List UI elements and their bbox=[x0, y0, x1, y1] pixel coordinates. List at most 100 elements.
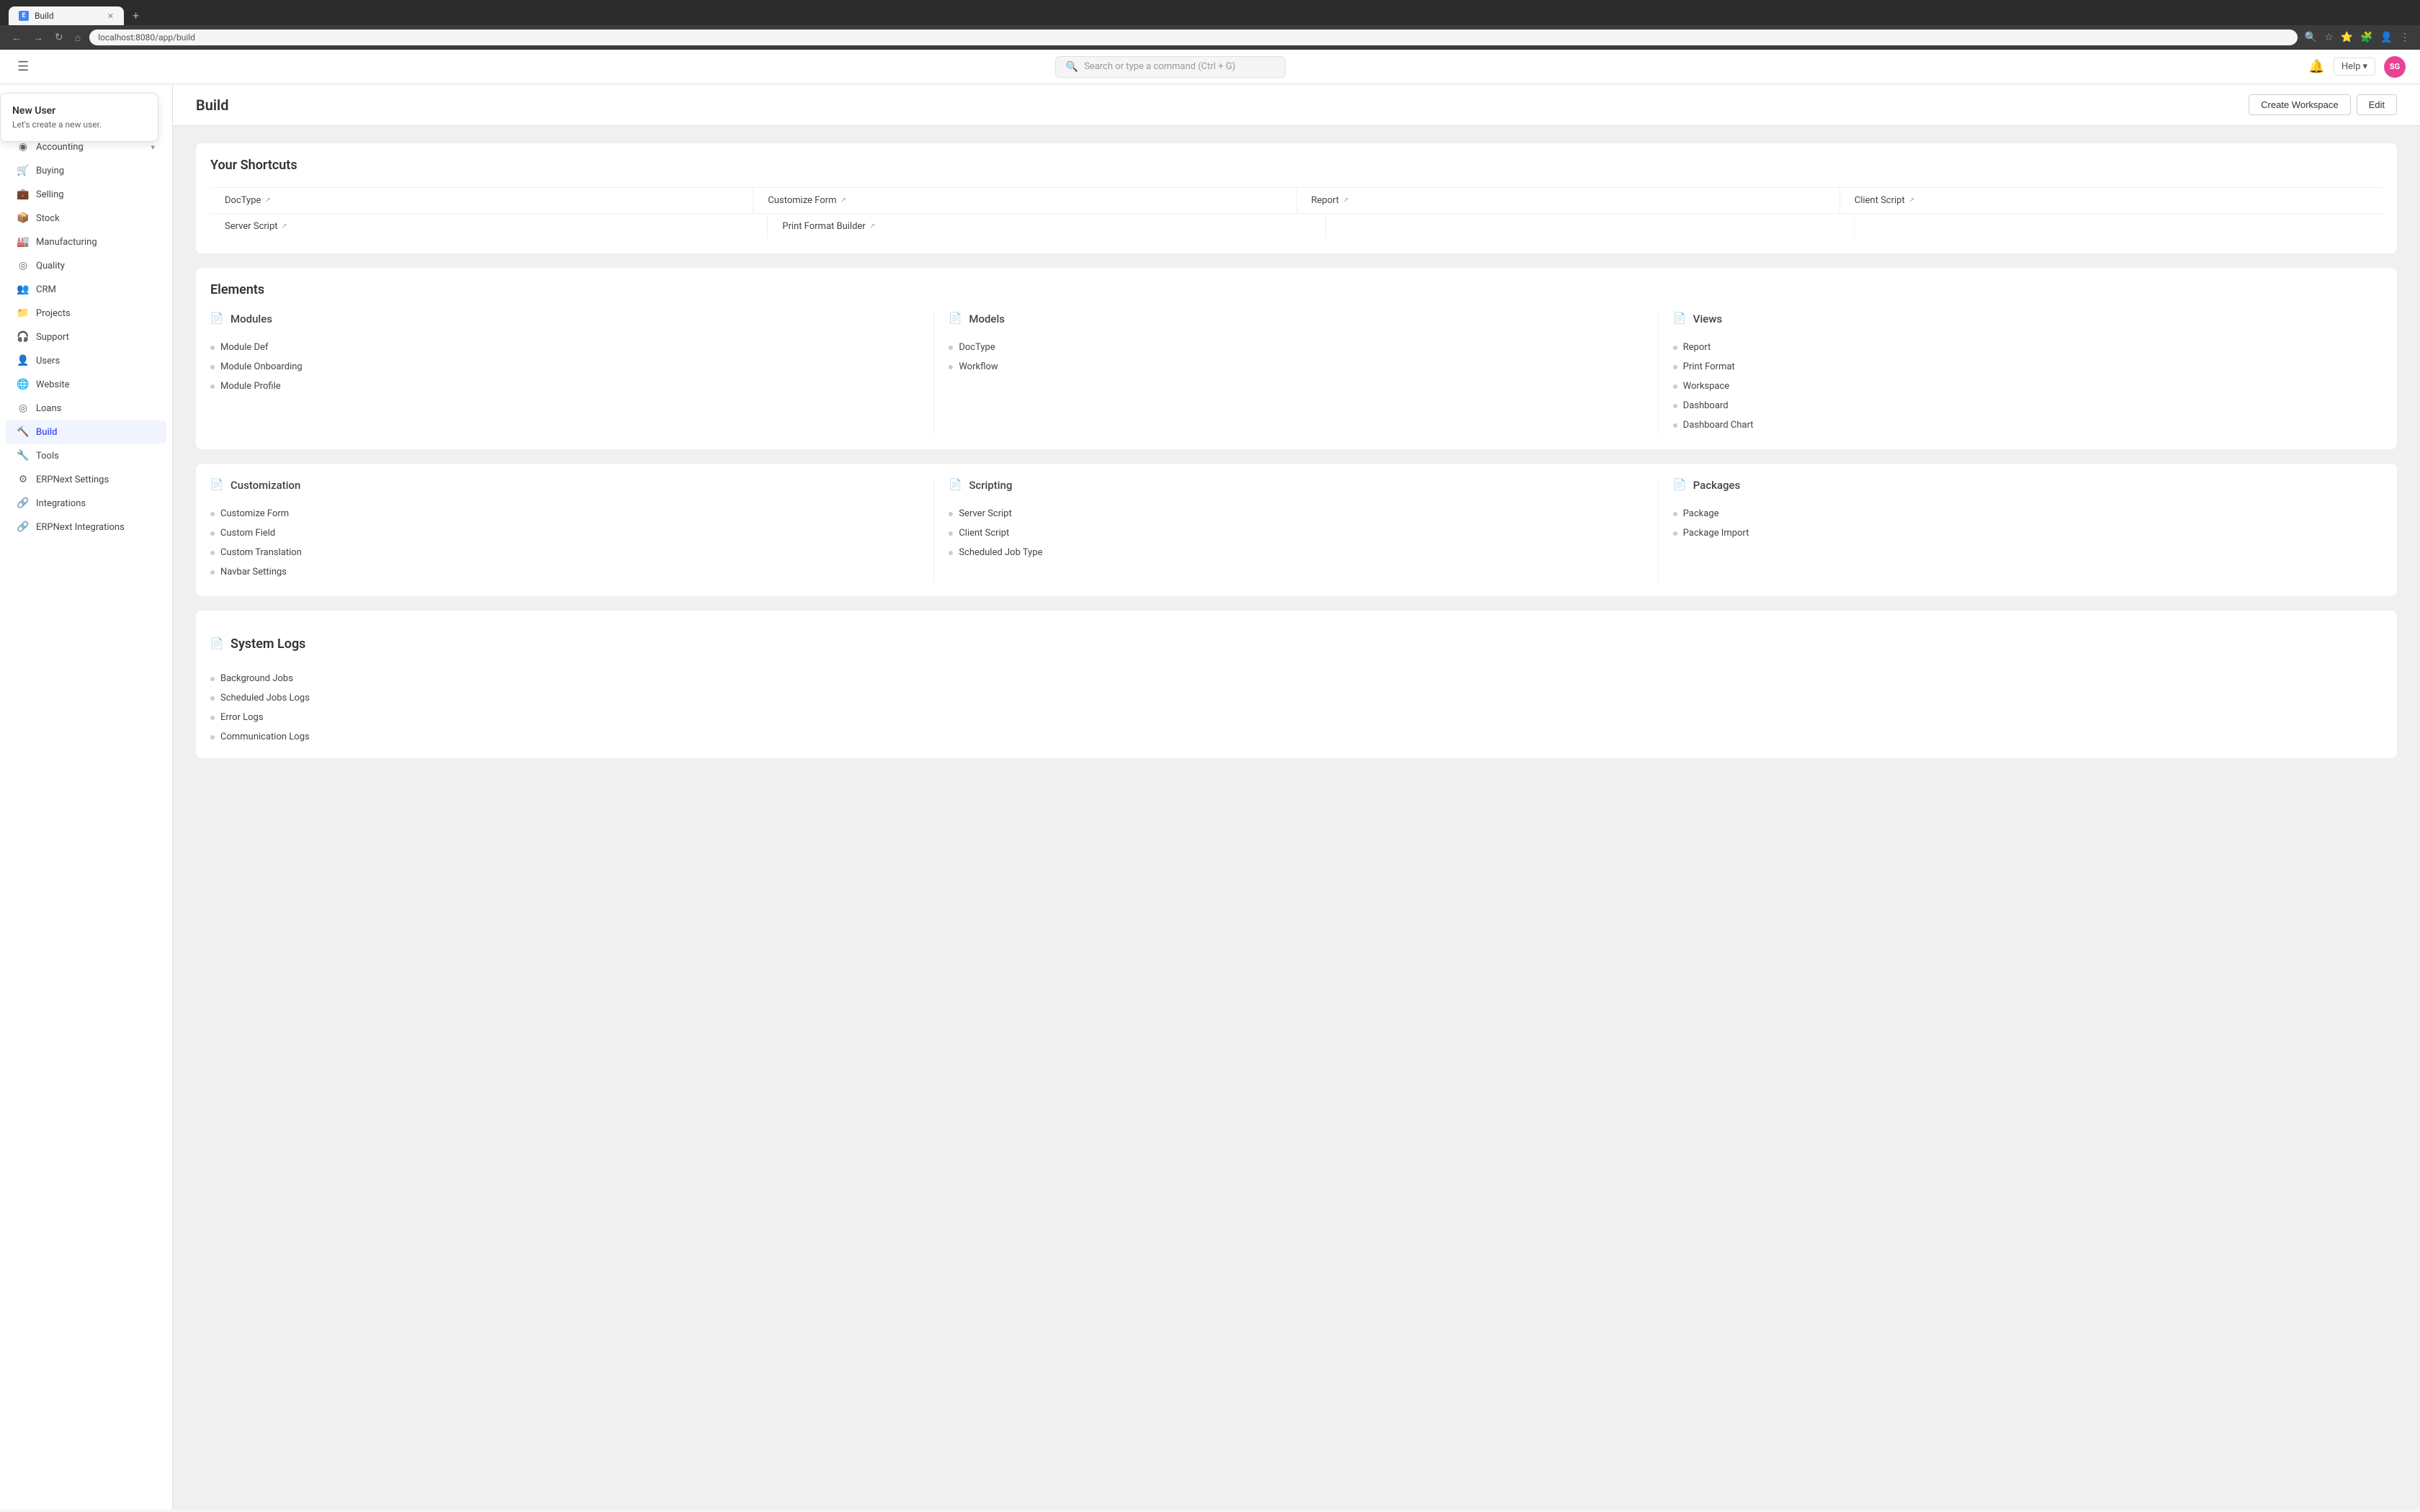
new-tab-button[interactable]: + bbox=[127, 6, 145, 25]
sidebar-item-label: ERPNext Integrations bbox=[36, 522, 125, 533]
modules-header: 📄 Modules bbox=[210, 312, 919, 326]
sidebar-item-quality[interactable]: ◎ Quality bbox=[6, 254, 166, 277]
tooltip-title: New User bbox=[12, 105, 146, 117]
hamburger-button[interactable]: ☰ bbox=[14, 56, 32, 77]
shortcut-report[interactable]: Report ↗ bbox=[1297, 188, 1840, 213]
shortcut-server-script[interactable]: Server Script ↗ bbox=[210, 214, 768, 239]
bullet-icon bbox=[1673, 404, 1677, 408]
sidebar-item-support[interactable]: 🎧 Support bbox=[6, 325, 166, 348]
notification-button[interactable]: 🔔 bbox=[2308, 59, 2324, 74]
dashboard-chart-item[interactable]: Dashboard Chart bbox=[1673, 415, 2368, 435]
create-workspace-button[interactable]: Create Workspace bbox=[2249, 94, 2350, 115]
doctype-item[interactable]: DocType bbox=[949, 338, 1643, 357]
sidebar-item-website[interactable]: 🌐 Website bbox=[6, 373, 166, 396]
server-script-item[interactable]: Server Script bbox=[949, 504, 1643, 523]
client-script-item[interactable]: Client Script bbox=[949, 523, 1643, 543]
home-button[interactable]: ⌂ bbox=[72, 30, 84, 45]
views-header: 📄 Views bbox=[1673, 312, 2368, 326]
print-format-item[interactable]: Print Format bbox=[1673, 357, 2368, 377]
module-def-item[interactable]: Module Def bbox=[210, 338, 919, 357]
address-bar[interactable]: localhost:8080/app/build bbox=[89, 30, 2297, 45]
bullet-icon bbox=[210, 346, 215, 350]
scheduled-jobs-logs-item[interactable]: Scheduled Jobs Logs bbox=[210, 688, 2383, 708]
quality-icon: ◎ bbox=[17, 260, 29, 271]
sidebar-item-loans[interactable]: ◎ Loans bbox=[6, 397, 166, 420]
external-link-icon: ↗ bbox=[264, 197, 270, 204]
shortcut-client-script[interactable]: Client Script ↗ bbox=[1840, 188, 2383, 213]
module-profile-item[interactable]: Module Profile bbox=[210, 377, 919, 396]
menu-icon[interactable]: ⋮ bbox=[2398, 30, 2411, 45]
customize-form-item[interactable]: Customize Form bbox=[210, 504, 919, 523]
shortcut-doctype[interactable]: DocType ↗ bbox=[210, 188, 753, 213]
page-title: Build bbox=[196, 96, 229, 114]
bookmark-icon[interactable]: ☆ bbox=[2323, 30, 2335, 45]
profile-icon[interactable]: 👤 bbox=[2379, 30, 2394, 45]
system-logs-section: 📄 System Logs Background Jobs Scheduled … bbox=[196, 611, 2397, 758]
sidebar-item-integrations[interactable]: 🔗 Integrations bbox=[6, 492, 166, 515]
views-label: Views bbox=[1693, 312, 1722, 325]
sidebar-item-buying[interactable]: 🛒 Buying bbox=[6, 159, 166, 182]
sidebar-item-label: Selling bbox=[36, 189, 64, 200]
tab-close-button[interactable]: ✕ bbox=[107, 12, 114, 21]
package-import-item[interactable]: Package Import bbox=[1673, 523, 2368, 543]
package-item[interactable]: Package bbox=[1673, 504, 2368, 523]
sidebar-item-label: CRM bbox=[36, 284, 56, 295]
models-header: 📄 Models bbox=[949, 312, 1643, 326]
shortcut-label: Report bbox=[1312, 195, 1340, 206]
workflow-item[interactable]: Workflow bbox=[949, 357, 1643, 377]
element-label: Scheduled Job Type bbox=[959, 547, 1042, 558]
tools-icon: 🔧 bbox=[17, 450, 29, 462]
forward-button[interactable]: → bbox=[30, 30, 46, 45]
avatar[interactable]: SG bbox=[2384, 56, 2406, 78]
module-onboarding-item[interactable]: Module Onboarding bbox=[210, 357, 919, 377]
star-icon[interactable]: ⭐ bbox=[2339, 30, 2354, 45]
sidebar-item-stock[interactable]: 📦 Stock bbox=[6, 207, 166, 230]
navbar-settings-item[interactable]: Navbar Settings bbox=[210, 562, 919, 582]
communication-logs-item[interactable]: Communication Logs bbox=[210, 727, 2383, 747]
scheduled-job-type-item[interactable]: Scheduled Job Type bbox=[949, 543, 1643, 562]
sidebar-item-tools[interactable]: 🔧 Tools bbox=[6, 444, 166, 467]
custom-translation-item[interactable]: Custom Translation bbox=[210, 543, 919, 562]
bullet-icon bbox=[1673, 384, 1677, 389]
bullet-icon bbox=[949, 531, 953, 536]
refresh-button[interactable]: ↻ bbox=[52, 30, 66, 45]
sidebar-item-erpnext-integrations[interactable]: 🔗 ERPNext Integrations bbox=[6, 516, 166, 539]
search-bar[interactable]: 🔍 Search or type a command (Ctrl + G) bbox=[1055, 56, 1286, 78]
sidebar-item-projects[interactable]: 📁 Projects bbox=[6, 302, 166, 325]
sidebar-item-users[interactable]: 👤 Users bbox=[6, 349, 166, 372]
shortcut-customize-form[interactable]: Customize Form ↗ bbox=[753, 188, 1296, 213]
active-tab[interactable]: E Build ✕ bbox=[9, 6, 124, 25]
shortcuts-row-2: Server Script ↗ Print Format Builder ↗ bbox=[210, 213, 2383, 239]
background-jobs-item[interactable]: Background Jobs bbox=[210, 669, 2383, 688]
system-logs-title: System Logs bbox=[230, 636, 305, 652]
bullet-icon bbox=[210, 531, 215, 536]
models-icon: 📄 bbox=[949, 312, 963, 326]
workspace-item[interactable]: Workspace bbox=[1673, 377, 2368, 396]
dashboard-item[interactable]: Dashboard bbox=[1673, 396, 2368, 415]
sidebar-item-label: Loans bbox=[36, 403, 61, 414]
report-item[interactable]: Report bbox=[1673, 338, 2368, 357]
bullet-icon bbox=[210, 735, 215, 739]
extensions-icon[interactable]: 🧩 bbox=[2359, 30, 2374, 45]
scripting-icon: 📄 bbox=[949, 478, 963, 492]
back-button[interactable]: ← bbox=[9, 30, 24, 45]
search-icon[interactable]: 🔍 bbox=[2303, 30, 2318, 45]
shortcut-label: Customize Form bbox=[768, 195, 836, 206]
sidebar-item-build[interactable]: 🔨 Build bbox=[6, 420, 166, 444]
sidebar-item-manufacturing[interactable]: 🏭 Manufacturing bbox=[6, 230, 166, 253]
help-button[interactable]: Help ▾ bbox=[2334, 58, 2375, 76]
help-label: Help bbox=[2341, 61, 2361, 72]
sidebar-item-erpnext-settings[interactable]: ⚙ ERPNext Settings bbox=[6, 468, 166, 491]
bullet-icon bbox=[1673, 531, 1677, 536]
shortcut-print-format-builder[interactable]: Print Format Builder ↗ bbox=[768, 214, 1325, 239]
element-label: Module Onboarding bbox=[220, 361, 302, 372]
shortcut-label: Print Format Builder bbox=[782, 221, 865, 232]
modules-group: 📄 Modules Module Def Module Onboarding bbox=[210, 312, 934, 435]
element-label: Dashboard bbox=[1683, 400, 1729, 411]
sidebar-item-crm[interactable]: 👥 CRM bbox=[6, 278, 166, 301]
customization-grid: 📄 Customization Customize Form Custom Fi… bbox=[196, 464, 2397, 596]
sidebar-item-selling[interactable]: 💼 Selling bbox=[6, 183, 166, 206]
error-logs-item[interactable]: Error Logs bbox=[210, 708, 2383, 727]
edit-button[interactable]: Edit bbox=[2357, 94, 2397, 115]
custom-field-item[interactable]: Custom Field bbox=[210, 523, 919, 543]
